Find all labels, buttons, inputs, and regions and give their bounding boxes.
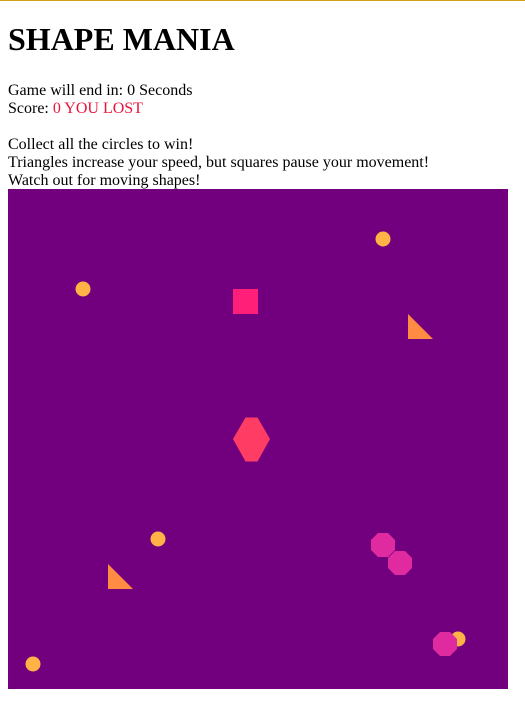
game-title: SHAPE MANIA xyxy=(8,21,235,57)
game-info: Game will end in: 0 Seconds Score: 0 YOU… xyxy=(8,82,517,118)
instruction-moving-shapes: Watch out for moving shapes! xyxy=(8,172,201,189)
score-value: 0 xyxy=(52,100,61,117)
score-line: Score: 0 YOU LOST xyxy=(8,100,517,118)
timer-prefix: Game will end in: xyxy=(8,82,128,99)
instructions: Collect all the circles to win! Triangle… xyxy=(8,136,517,190)
octagon-moving-shape xyxy=(433,632,457,656)
score-label: Score: xyxy=(8,100,53,117)
game-board[interactable] xyxy=(8,189,508,689)
circle-collectible xyxy=(75,281,91,297)
game-status: YOU LOST xyxy=(64,100,143,117)
hexagon-player xyxy=(233,417,270,462)
circle-collectible xyxy=(150,531,166,547)
timer-line: Game will end in: 0 Seconds xyxy=(8,82,517,100)
page-content: SHAPE MANIA Game will end in: 0 Seconds … xyxy=(8,0,517,190)
instruction-triangles-squares: Triangles increase your speed, but squar… xyxy=(8,154,430,171)
timer-suffix: Seconds xyxy=(135,82,193,99)
timer-seconds: 0 xyxy=(127,82,136,99)
octagon-moving-shape xyxy=(371,533,395,557)
instruction-circles: Collect all the circles to win! xyxy=(8,136,194,153)
octagon-moving-shape xyxy=(388,551,412,575)
circle-collectible xyxy=(375,231,391,247)
triangle-speed xyxy=(408,314,433,339)
triangle-speed xyxy=(108,564,133,589)
circle-collectible xyxy=(25,656,41,672)
game-canvas[interactable] xyxy=(8,189,508,689)
square-pause xyxy=(233,289,258,314)
